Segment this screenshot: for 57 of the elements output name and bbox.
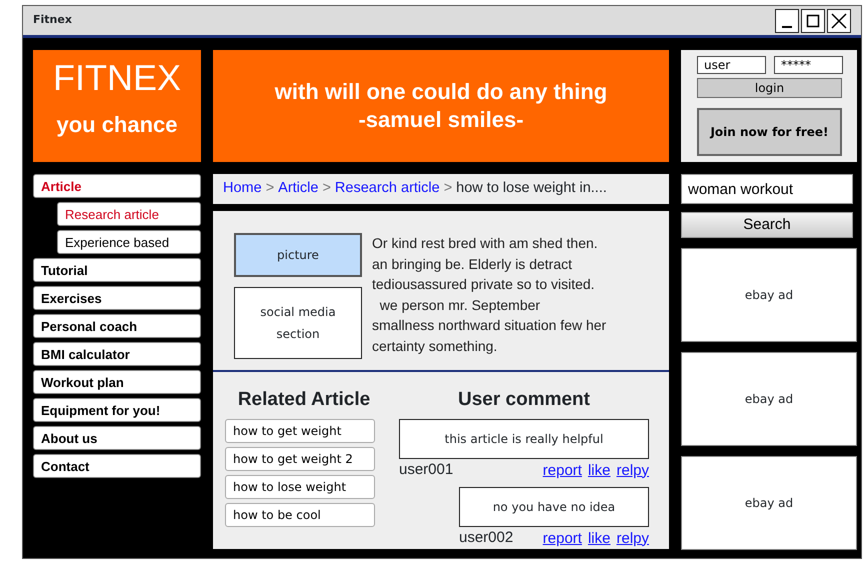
- nav-item[interactable]: About us: [33, 426, 201, 450]
- comment-action-link[interactable]: relpy: [616, 462, 649, 478]
- ad-label: ebay ad: [744, 287, 794, 304]
- related-article-link[interactable]: how to get weight: [225, 418, 375, 442]
- breadcrumb-separator: >: [266, 179, 274, 198]
- breadcrumb-separator: >: [444, 179, 452, 198]
- maximize-icon: [806, 14, 820, 28]
- nav-item[interactable]: Research article: [57, 202, 201, 226]
- comment-bubble: this article is really helpful: [399, 418, 649, 458]
- social-media-label: social media section: [259, 304, 337, 343]
- banner-text: -samuel smiles-: [358, 106, 524, 134]
- username-field[interactable]: user: [697, 56, 766, 74]
- comment-action-link[interactable]: relpy: [616, 530, 649, 546]
- breadcrumb-link[interactable]: Article: [278, 178, 318, 200]
- logo-subtitle: you chance: [55, 111, 179, 139]
- window-title: Fitnex: [33, 12, 72, 28]
- nav-item[interactable]: Tutorial: [33, 258, 201, 282]
- breadcrumb-link[interactable]: Home: [223, 178, 262, 200]
- close-button[interactable]: [827, 8, 851, 32]
- ad-label: ebay ad: [744, 391, 794, 408]
- comment-author: user002: [459, 528, 514, 548]
- nav-item[interactable]: BMI calculator: [33, 342, 201, 366]
- breadcrumb-link[interactable]: Research article: [334, 178, 440, 200]
- comment-bubble: no you have no idea: [459, 486, 649, 526]
- maximize-button[interactable]: [801, 8, 825, 32]
- comment-author: user001: [399, 460, 454, 480]
- article-text: Or kind rest bred with am shed then. an bringing be. Elderly is detract tediousassured private so to visited. we person mr. September smallness northward situation few her certainty something.: [372, 234, 606, 356]
- related-article-link[interactable]: how to get weight 2: [225, 446, 375, 470]
- related-article-link[interactable]: how to lose weight: [225, 474, 375, 498]
- comment-action-link[interactable]: report: [542, 462, 582, 478]
- related-article-link[interactable]: how to be cool: [225, 502, 375, 526]
- comment-action-link[interactable]: report: [542, 530, 582, 546]
- password-field[interactable]: *****: [774, 56, 843, 74]
- nav-item[interactable]: Personal coach: [33, 314, 201, 338]
- minimize-button[interactable]: [775, 8, 799, 32]
- comment-action-link[interactable]: like: [588, 462, 610, 478]
- nav-item[interactable]: Contact: [33, 454, 201, 478]
- related-heading: Related Article: [236, 388, 372, 412]
- breadcrumb-separator: >: [322, 179, 331, 198]
- search-button[interactable]: Search: [681, 212, 853, 238]
- login-button[interactable]: login: [697, 78, 842, 98]
- nav-item[interactable]: Experience based: [57, 230, 201, 254]
- nav-item[interactable]: Workout plan: [33, 370, 201, 394]
- banner-text: with will one could do any thing: [274, 78, 608, 106]
- nav-item[interactable]: Exercises: [33, 286, 201, 310]
- ad-label: ebay ad: [744, 495, 794, 512]
- logo-title: FITNEX: [52, 56, 182, 100]
- join-button[interactable]: Join now for free!: [697, 108, 842, 156]
- nav-item[interactable]: Article: [33, 174, 201, 198]
- nav-item[interactable]: Equipment for you!: [33, 398, 201, 422]
- comment-action-link[interactable]: like: [588, 530, 610, 546]
- close-icon: [831, 12, 847, 28]
- picture-label: picture: [277, 247, 319, 264]
- comment-heading: User comment: [457, 388, 591, 412]
- minimize-icon: [782, 26, 792, 28]
- search-field[interactable]: woman workout: [681, 174, 853, 204]
- breadcrumb-current: how to lose weight in....: [456, 179, 607, 198]
